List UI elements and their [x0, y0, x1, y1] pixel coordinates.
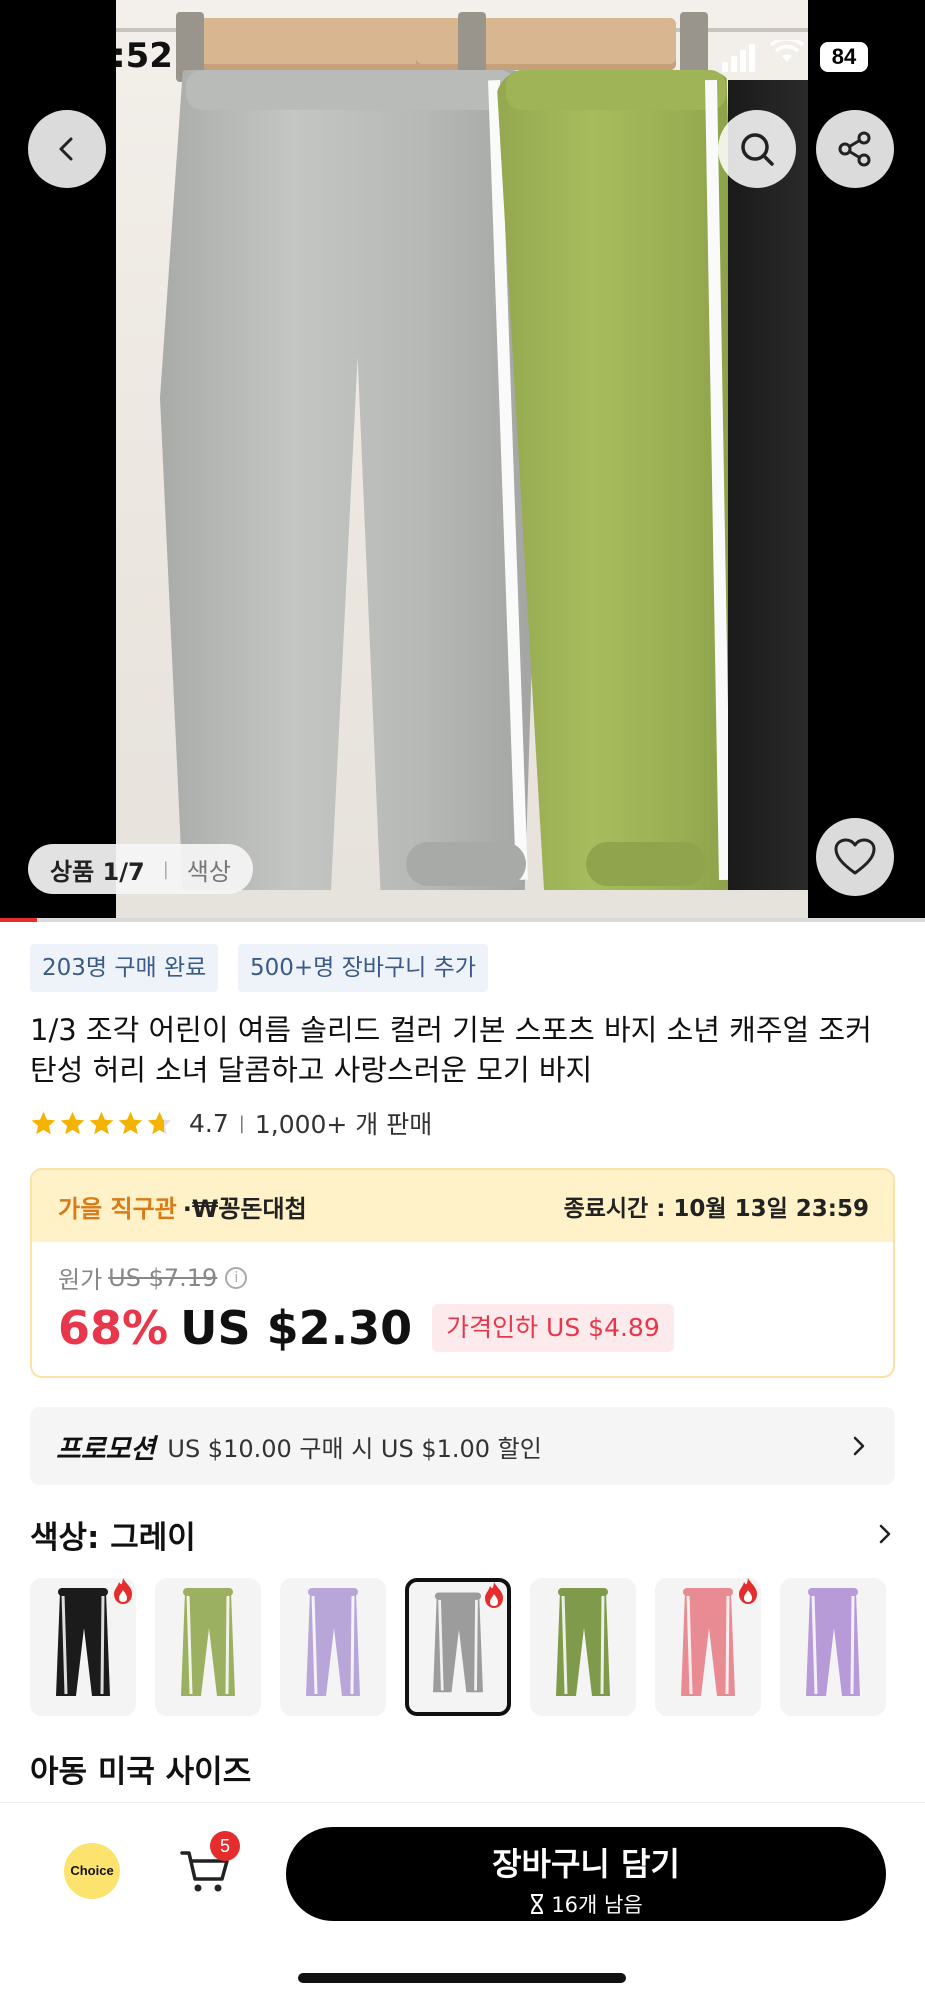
gallery-pager[interactable]: 상품 1/7 | 색상 — [28, 844, 253, 894]
color-variant-pink[interactable] — [655, 1578, 761, 1716]
gallery-progress — [0, 918, 925, 922]
gallery-position: 상품 1/7 — [50, 857, 145, 886]
status-time: :52 — [112, 36, 173, 76]
deal-box: 가을 직구관 ·₩꽁돈대첩 종료시간 : 10월 13일 23:59 원가 US … — [30, 1168, 895, 1378]
sold-count: 1,000+ 개 판매 — [254, 1110, 433, 1139]
add-to-cart-label: 장바구니 담기 — [492, 1845, 680, 1883]
color-variant-black[interactable] — [30, 1578, 136, 1716]
color-variant-gray[interactable] — [405, 1578, 511, 1716]
promotion-row[interactable]: 프로모션 US $10.00 구매 시 US $1.00 할인 — [30, 1407, 895, 1485]
star-icon — [89, 1111, 114, 1134]
hourglass-icon — [531, 1894, 544, 1914]
discount-percent: 68% — [58, 1301, 169, 1355]
chevron-left-icon — [59, 137, 73, 161]
fire-icon — [485, 1582, 503, 1608]
color-variant-list — [30, 1578, 905, 1716]
add-to-cart-button[interactable]: 장바구니 담기 16개 남음 — [286, 1827, 886, 1921]
star-icon — [60, 1111, 85, 1134]
search-button[interactable] — [718, 110, 796, 188]
variant-image — [306, 1588, 360, 1696]
color-variant-purple[interactable] — [780, 1578, 886, 1716]
variant-image — [556, 1588, 610, 1696]
share-icon — [838, 131, 871, 167]
deal-name: 가을 직구관 — [58, 1194, 177, 1223]
stock-remaining: 16개 남음 — [551, 1893, 643, 1917]
sale-price: US $2.30 — [180, 1301, 413, 1355]
deal-end-time: 종료시간 : 10월 13일 23:59 — [563, 1196, 869, 1222]
rating-value: 4.7 — [189, 1108, 229, 1138]
deal-header: 가을 직구관 ·₩꽁돈대첩 종료시간 : 10월 13일 23:59 — [32, 1170, 893, 1242]
variant-image — [806, 1588, 860, 1696]
search-icon — [741, 133, 774, 166]
size-section-title: 아동 미국 사이즈 — [30, 1754, 252, 1790]
home-indicator — [298, 1973, 626, 1983]
deal-brand: ·₩꽁돈대첩 — [182, 1194, 307, 1223]
color-selector-header[interactable]: 색상: 그레이 — [30, 1512, 895, 1556]
battery-indicator: 84 — [820, 42, 868, 72]
chevron-right-icon — [879, 1524, 891, 1544]
star-icon — [147, 1111, 172, 1134]
star-icon — [118, 1111, 143, 1134]
price-row: 68% US $2.30 가격인하 US $4.89 — [58, 1301, 867, 1355]
color-variant-mixed-2[interactable] — [280, 1578, 386, 1716]
selected-color-label: 색상: 그레이 — [30, 1519, 196, 1556]
bottom-action-bar: Choice 5 장바구니 담기 16개 남음 — [0, 1802, 925, 2000]
back-button[interactable] — [28, 110, 106, 188]
choice-badge[interactable]: Choice — [64, 1843, 120, 1899]
product-photo — [116, 0, 808, 922]
product-title: 1/3 조각 어린이 여름 솔리드 컬러 기본 스포츠 바지 소년 캐주얼 조커… — [30, 1013, 872, 1087]
promotion-text: US $10.00 구매 시 US $1.00 할인 — [167, 1434, 542, 1463]
original-price: US $7.19 — [108, 1263, 218, 1292]
info-icon[interactable]: i — [225, 1266, 248, 1289]
fire-icon — [739, 1578, 757, 1604]
chevron-right-icon — [853, 1436, 865, 1456]
original-price-row: 원가 US $7.19 i — [58, 1260, 867, 1295]
color-variant-mixed[interactable] — [155, 1578, 261, 1716]
rating-row[interactable]: 4.7 | 1,000+ 개 판매 — [30, 1106, 432, 1140]
signal-icon — [722, 44, 758, 72]
color-variant-green[interactable] — [530, 1578, 636, 1716]
gallery-color-label[interactable]: 색상 — [187, 852, 231, 887]
wifi-icon — [770, 40, 804, 62]
product-image-gallery[interactable]: :52 84 상품 1/7 | 색상 — [0, 0, 925, 922]
star-icon — [31, 1111, 56, 1134]
purchased-tag: 203명 구매 완료 — [30, 944, 219, 992]
cart-added-tag: 500+명 장바구니 추가 — [238, 944, 488, 992]
price-drop-badge: 가격인하 US $4.89 — [432, 1304, 674, 1352]
share-button[interactable] — [816, 110, 894, 188]
original-price-label: 원가 — [58, 1266, 103, 1294]
promotion-label: 프로모션 — [56, 1433, 156, 1465]
heart-icon — [834, 838, 876, 875]
cart-count-badge: 5 — [210, 1831, 240, 1861]
wishlist-button[interactable] — [816, 818, 894, 896]
fire-icon — [114, 1578, 132, 1604]
variant-image — [181, 1588, 235, 1696]
rating-stars — [30, 1110, 175, 1137]
